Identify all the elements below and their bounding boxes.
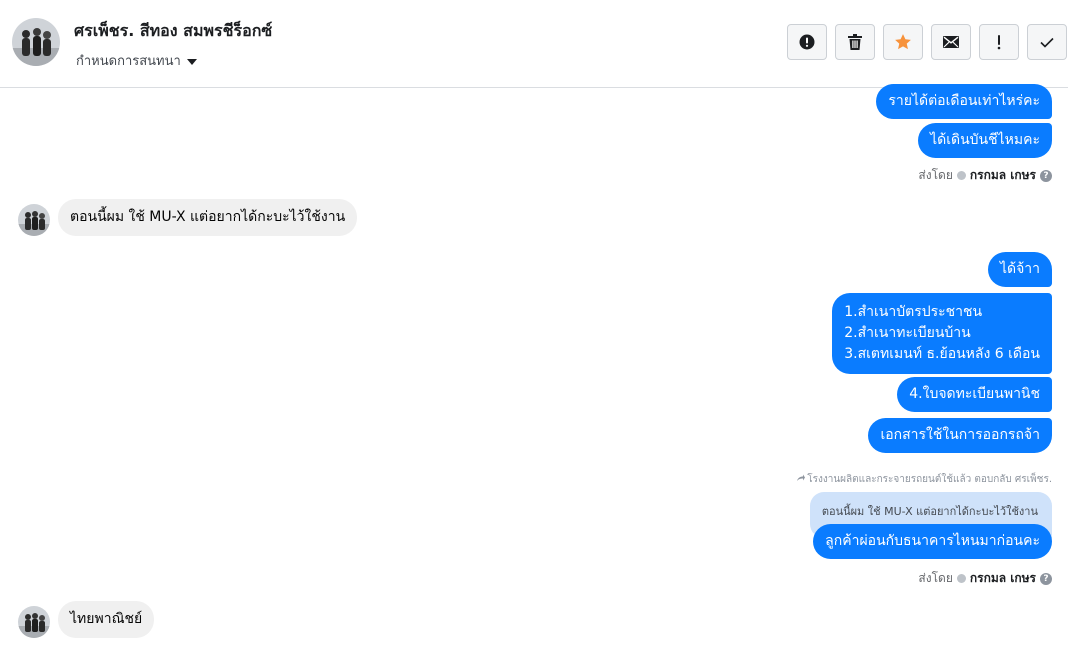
mail-icon [943, 36, 959, 48]
contact-name[interactable]: ศรเพ็ชร. สีทอง สมพรชีร็อกซ์ [74, 19, 272, 44]
message-incoming[interactable]: ตอนนี้ผม ใช้ MU-X แต่อยากได้กะบะไว้ใช้งา… [58, 199, 358, 236]
message-line: 2.สำเนาทะเบียนบ้าน [844, 325, 971, 341]
sent-by-agent[interactable]: กรกมล เกษร [970, 166, 1036, 185]
assign-conversation-dropdown[interactable]: กำหนดการสนทนา [76, 50, 197, 71]
agent-status-icon [956, 171, 966, 180]
follow-up-button[interactable] [979, 24, 1019, 60]
mark-done-button[interactable] [1027, 24, 1067, 60]
message-outgoing-multiline[interactable]: 1.สำเนาบัตรประชาชน 2.สำเนาทะเบียนบ้าน 3.… [832, 293, 1052, 374]
conversation-header: ศรเพ็ชร. สีทอง สมพรชีร็อกซ์ กำหนดการสนทน… [0, 0, 1068, 88]
assign-label: กำหนดการสนทนา [76, 54, 181, 69]
star-icon [894, 33, 912, 51]
caret-down-icon [186, 58, 197, 65]
star-button[interactable] [883, 24, 923, 60]
replied-to-text: โรงงานผลิตและกระจายรถยนต์ใช้แล้ว ตอบกลับ… [807, 474, 1052, 485]
message-outgoing-reply[interactable]: ลูกค้าผ่อนกับธนาคารไหนมาก่อนคะ [813, 524, 1052, 559]
contact-avatar-small [18, 606, 50, 638]
check-icon [1040, 37, 1054, 48]
delete-button[interactable] [835, 24, 875, 60]
sent-by-prefix: ส่งโดย [918, 571, 953, 585]
conversation-toolbar [787, 24, 1067, 60]
mark-spam-button[interactable] [787, 24, 827, 60]
sent-by-label: ส่งโดย กรกมล เกษร ? [918, 569, 1052, 588]
sent-by-agent[interactable]: กรกมล เกษร [970, 569, 1036, 588]
message-line: 1.สำเนาบัตรประชาชน [844, 304, 983, 320]
message-outgoing[interactable]: เอกสารใช้ในการออกรถจ้า [868, 418, 1052, 453]
message-incoming[interactable]: ไทยพาณิชย์ [58, 601, 155, 638]
trash-icon [848, 34, 862, 50]
sent-by-label: ส่งโดย กรกมล เกษร ? [918, 166, 1052, 185]
sent-by-prefix: ส่งโดย [918, 168, 953, 182]
message-outgoing[interactable]: รายได้ต่อเดือนเท่าไหร่คะ [876, 84, 1052, 119]
help-icon[interactable]: ? [1040, 169, 1052, 182]
contact-avatar-small [18, 204, 50, 236]
message-outgoing[interactable]: ได้จ้าา [987, 252, 1052, 287]
alert-circle-icon [799, 34, 815, 50]
message-outgoing[interactable]: ได้เดินบันชีไหมคะ [918, 123, 1052, 158]
replied-to-note: โรงงานผลิตและกระจายรถยนต์ใช้แล้ว ตอบกลับ… [796, 472, 1052, 487]
mark-unread-button[interactable] [931, 24, 971, 60]
message-outgoing[interactable]: 4.ใบจดทะเบียนพานิช [897, 377, 1052, 412]
help-icon[interactable]: ? [1040, 572, 1052, 585]
message-line: 3.สเตทเมนท์ ธ.ย้อนหลัง 6 เดือน [844, 346, 1040, 362]
exclamation-icon [996, 34, 1002, 50]
reply-arrow-icon [796, 474, 806, 485]
agent-status-icon [956, 574, 966, 583]
contact-avatar[interactable] [12, 18, 60, 66]
